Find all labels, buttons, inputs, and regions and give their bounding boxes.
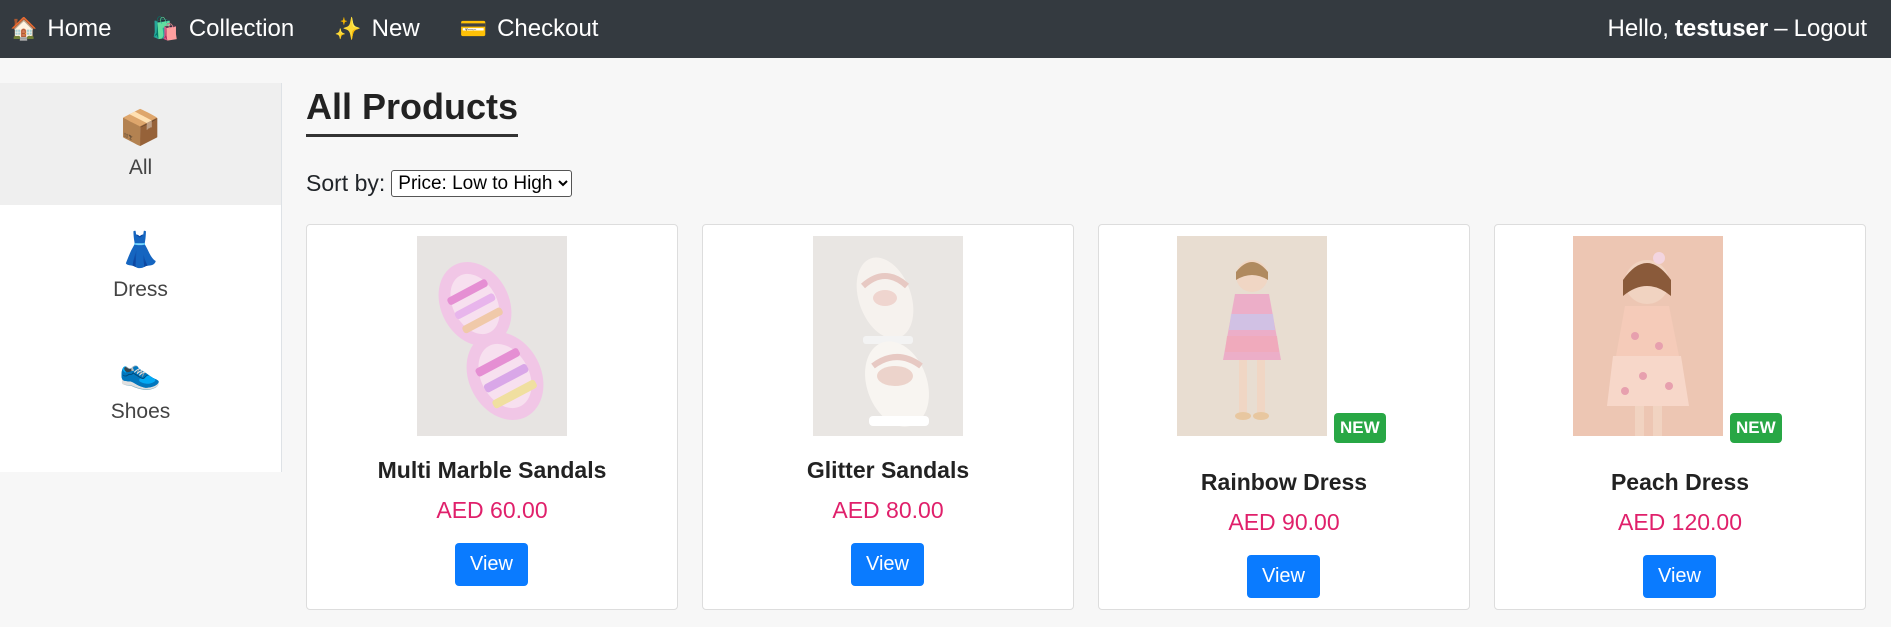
product-image-wrap	[813, 236, 963, 436]
sort-select[interactable]: Price: Low to High	[391, 170, 573, 197]
sidebar-item-shoes[interactable]: 👟 Shoes	[0, 327, 281, 449]
view-button[interactable]: View	[1643, 555, 1716, 598]
sidebar-label-dress: Dress	[113, 278, 168, 301]
sidebar-label-shoes: Shoes	[110, 400, 171, 423]
product-card: NEW Peach Dress AED 120.00 View	[1494, 224, 1866, 610]
product-price: AED 60.00	[436, 497, 548, 523]
view-button[interactable]: View	[851, 543, 924, 586]
product-image-wrap: NEW	[1573, 236, 1782, 443]
package-icon: 📦	[119, 109, 162, 147]
rainbow-dress-image[interactable]	[1177, 236, 1327, 436]
product-card: NEW Rainbow Dress AED 90.00 View	[1098, 224, 1470, 610]
new-badge: NEW	[1334, 413, 1386, 443]
sandals-pink-image[interactable]	[417, 236, 567, 436]
shopping-bags-icon: 🛍️	[151, 16, 179, 41]
top-navbar: 🏠 Home 🛍️ Collection ✨ New 💳 Checkout He…	[0, 0, 1891, 58]
product-image-wrap	[417, 236, 567, 436]
product-name: Peach Dress	[1610, 469, 1750, 495]
credit-card-icon: 💳	[459, 16, 488, 41]
page-title: All Products	[306, 86, 519, 137]
greeting-separator: –	[1774, 15, 1788, 42]
nav-label-checkout: Checkout	[497, 15, 599, 42]
product-name: Glitter Sandals	[806, 457, 970, 483]
nav-link-home[interactable]: 🏠 Home	[10, 15, 111, 43]
sandals-glitter-image[interactable]	[813, 236, 963, 436]
sort-bar: Sort by: Price: Low to High	[306, 170, 573, 197]
sidebar-item-dress[interactable]: 👗 Dress	[0, 205, 281, 327]
view-button[interactable]: View	[455, 543, 528, 586]
product-name: Multi Marble Sandals	[377, 457, 607, 483]
sort-label: Sort by:	[306, 170, 386, 196]
product-price: AED 80.00	[832, 497, 944, 523]
new-badge: NEW	[1730, 413, 1782, 443]
product-name: Rainbow Dress	[1200, 469, 1368, 495]
greeting-text: Hello,	[1607, 15, 1669, 42]
peach-dress-image[interactable]	[1573, 236, 1723, 436]
nav-link-checkout[interactable]: 💳 Checkout	[460, 15, 599, 43]
house-icon: 🏠	[10, 16, 38, 41]
sidebar-item-all[interactable]: 📦 All	[0, 83, 281, 205]
product-price: AED 90.00	[1228, 509, 1340, 535]
product-price: AED 120.00	[1617, 509, 1743, 535]
shoe-icon: 👟	[119, 353, 162, 391]
nav-link-collection[interactable]: 🛍️ Collection	[151, 15, 294, 43]
nav-label-new: New	[371, 15, 420, 42]
logout-link[interactable]: Logout	[1794, 15, 1867, 43]
product-card: Glitter Sandals AED 80.00 View	[702, 224, 1074, 610]
product-image-wrap: NEW	[1177, 236, 1386, 443]
sidebar-label-all: All	[128, 156, 153, 179]
user-greeting: Hello, testuser – Logout	[1608, 0, 1868, 58]
dress-icon: 👗	[119, 231, 162, 269]
category-sidebar: 📦 All 👗 Dress 👟 Shoes	[0, 83, 282, 472]
product-card: Multi Marble Sandals AED 60.00 View	[306, 224, 678, 610]
nav-links: 🏠 Home 🛍️ Collection ✨ New 💳 Checkout	[0, 0, 628, 58]
view-button[interactable]: View	[1247, 555, 1320, 598]
sparkles-icon: ✨	[334, 16, 362, 41]
nav-link-new[interactable]: ✨ New	[334, 15, 419, 43]
nav-label-collection: Collection	[188, 15, 295, 42]
nav-label-home: Home	[47, 15, 112, 42]
username: testuser	[1674, 15, 1769, 42]
